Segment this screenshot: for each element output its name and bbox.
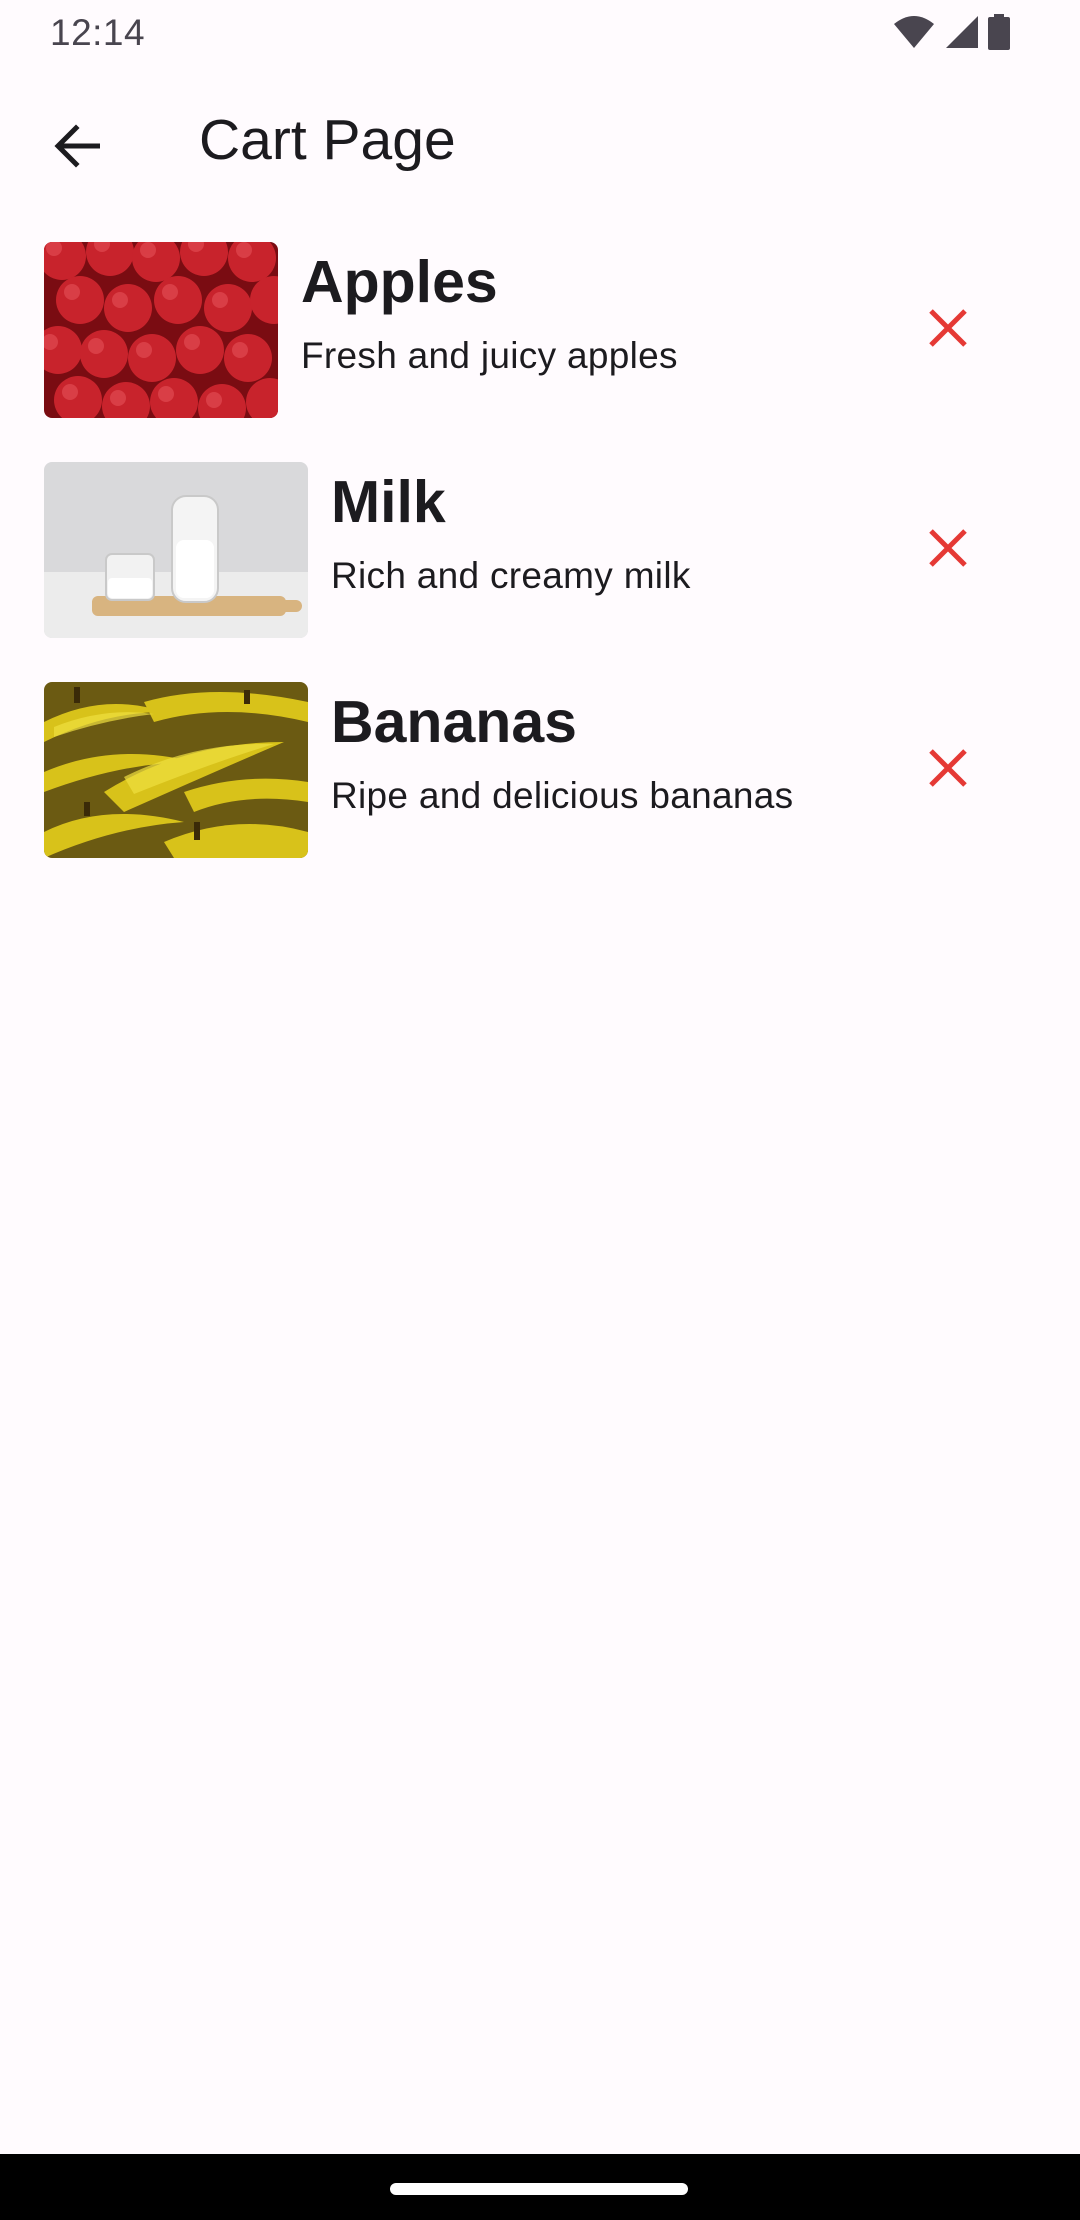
back-button[interactable] (40, 111, 114, 185)
cart-item-milk: Milk Rich and creamy milk (0, 462, 1080, 638)
bananas-image (44, 682, 308, 858)
cellular-signal-icon (944, 14, 980, 55)
remove-item-button[interactable] (908, 290, 988, 370)
status-icons (892, 14, 1010, 55)
home-indicator[interactable] (390, 2183, 688, 2195)
status-bar: 12:14 (0, 0, 1080, 66)
cart-item-bananas: Bananas Ripe and delicious bananas (0, 682, 1080, 858)
remove-item-button[interactable] (908, 510, 988, 590)
close-icon (928, 308, 968, 353)
item-description: Ripe and delicious bananas (331, 775, 794, 816)
close-icon (928, 528, 968, 573)
arrow-back-icon (52, 123, 102, 173)
status-time: 12:14 (50, 12, 146, 53)
system-navigation-bar (0, 2154, 1080, 2220)
item-description: Rich and creamy milk (331, 555, 691, 596)
close-icon (928, 748, 968, 793)
item-name: Bananas (331, 689, 577, 755)
item-description: Fresh and juicy apples (301, 335, 678, 376)
remove-item-button[interactable] (908, 730, 988, 810)
item-name: Apples (301, 249, 498, 315)
milk-image (44, 462, 308, 638)
app-bar: Cart Page (0, 66, 1080, 220)
cart-item-apples: Apples Fresh and juicy apples (0, 242, 1080, 418)
page-title: Cart Page (199, 108, 456, 172)
item-name: Milk (331, 469, 446, 535)
apples-image (44, 242, 278, 418)
wifi-icon (892, 14, 936, 55)
battery-icon (988, 14, 1010, 55)
